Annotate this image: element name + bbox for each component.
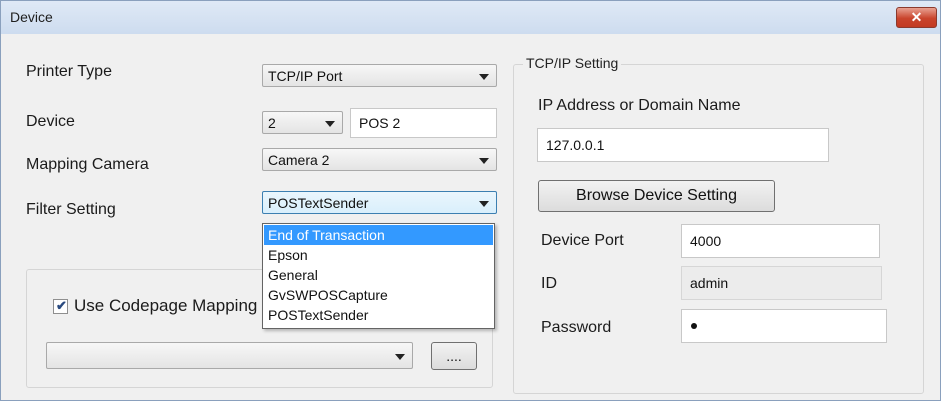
device-number-value: 2 (268, 115, 276, 131)
filter-setting-label: Filter Setting (26, 201, 116, 218)
device-port-label: Device Port (541, 232, 624, 249)
checkmark-icon: ✔ (56, 298, 67, 313)
chevron-down-icon (479, 158, 489, 164)
filter-option-general[interactable]: General (264, 265, 493, 285)
window-title: Device (10, 9, 53, 25)
codepage-checkbox[interactable]: ✔ (53, 298, 68, 314)
device-number-select[interactable]: 2 (262, 111, 343, 134)
codepage-checkbox-label: Use Codepage Mapping (74, 296, 258, 315)
chevron-down-icon (479, 74, 489, 80)
mapping-camera-select[interactable]: Camera 2 (262, 148, 497, 171)
title-bar[interactable]: Device ✕ (1, 1, 940, 34)
codepage-browse-label: .... (446, 348, 462, 364)
printer-type-label: Printer Type (26, 63, 112, 80)
filter-option-end-of-transaction[interactable]: End of Transaction (264, 225, 493, 245)
printer-type-value: TCP/IP Port (268, 68, 343, 84)
password-mask-dot (691, 323, 697, 329)
ip-address-value: 127.0.0.1 (546, 137, 605, 153)
id-label: ID (541, 275, 557, 292)
filter-option-postextsender[interactable]: POSTextSender (264, 305, 493, 325)
filter-setting-value: POSTextSender (268, 195, 369, 211)
device-port-field[interactable]: 4000 (681, 224, 880, 258)
ip-address-label: IP Address or Domain Name (538, 97, 741, 114)
tcpip-group-title: TCP/IP Setting (523, 55, 622, 71)
codepage-browse-button[interactable]: .... (431, 342, 477, 370)
filter-option-gvswposcapture[interactable]: GvSWPOSCapture (264, 285, 493, 305)
device-name-field[interactable]: POS 2 (350, 108, 497, 138)
device-name-value: POS 2 (359, 115, 401, 131)
filter-option-epson[interactable]: Epson (264, 245, 493, 265)
printer-type-select[interactable]: TCP/IP Port (262, 64, 497, 87)
browse-device-setting-button[interactable]: Browse Device Setting (538, 180, 775, 212)
device-dialog: Device ✕ Printer Type TCP/IP Port Device… (0, 0, 941, 401)
chevron-down-icon (479, 201, 489, 207)
chevron-down-icon (325, 121, 335, 127)
id-value: admin (690, 275, 729, 291)
mapping-camera-label: Mapping Camera (26, 156, 149, 173)
device-label: Device (26, 113, 75, 130)
filter-setting-select[interactable]: POSTextSender (262, 191, 497, 214)
ip-address-field[interactable]: 127.0.0.1 (537, 128, 829, 162)
close-icon: ✕ (910, 9, 923, 25)
id-field: admin (681, 266, 882, 300)
mapping-camera-value: Camera 2 (268, 152, 330, 168)
browse-device-setting-label: Browse Device Setting (576, 187, 737, 204)
codepage-select[interactable] (46, 342, 413, 369)
password-label: Password (541, 319, 612, 336)
close-button[interactable]: ✕ (896, 7, 937, 28)
password-field[interactable] (681, 309, 887, 343)
filter-setting-dropdown: End of Transaction Epson General GvSWPOS… (262, 223, 495, 329)
chevron-down-icon (395, 354, 405, 360)
device-port-value: 4000 (690, 233, 722, 249)
